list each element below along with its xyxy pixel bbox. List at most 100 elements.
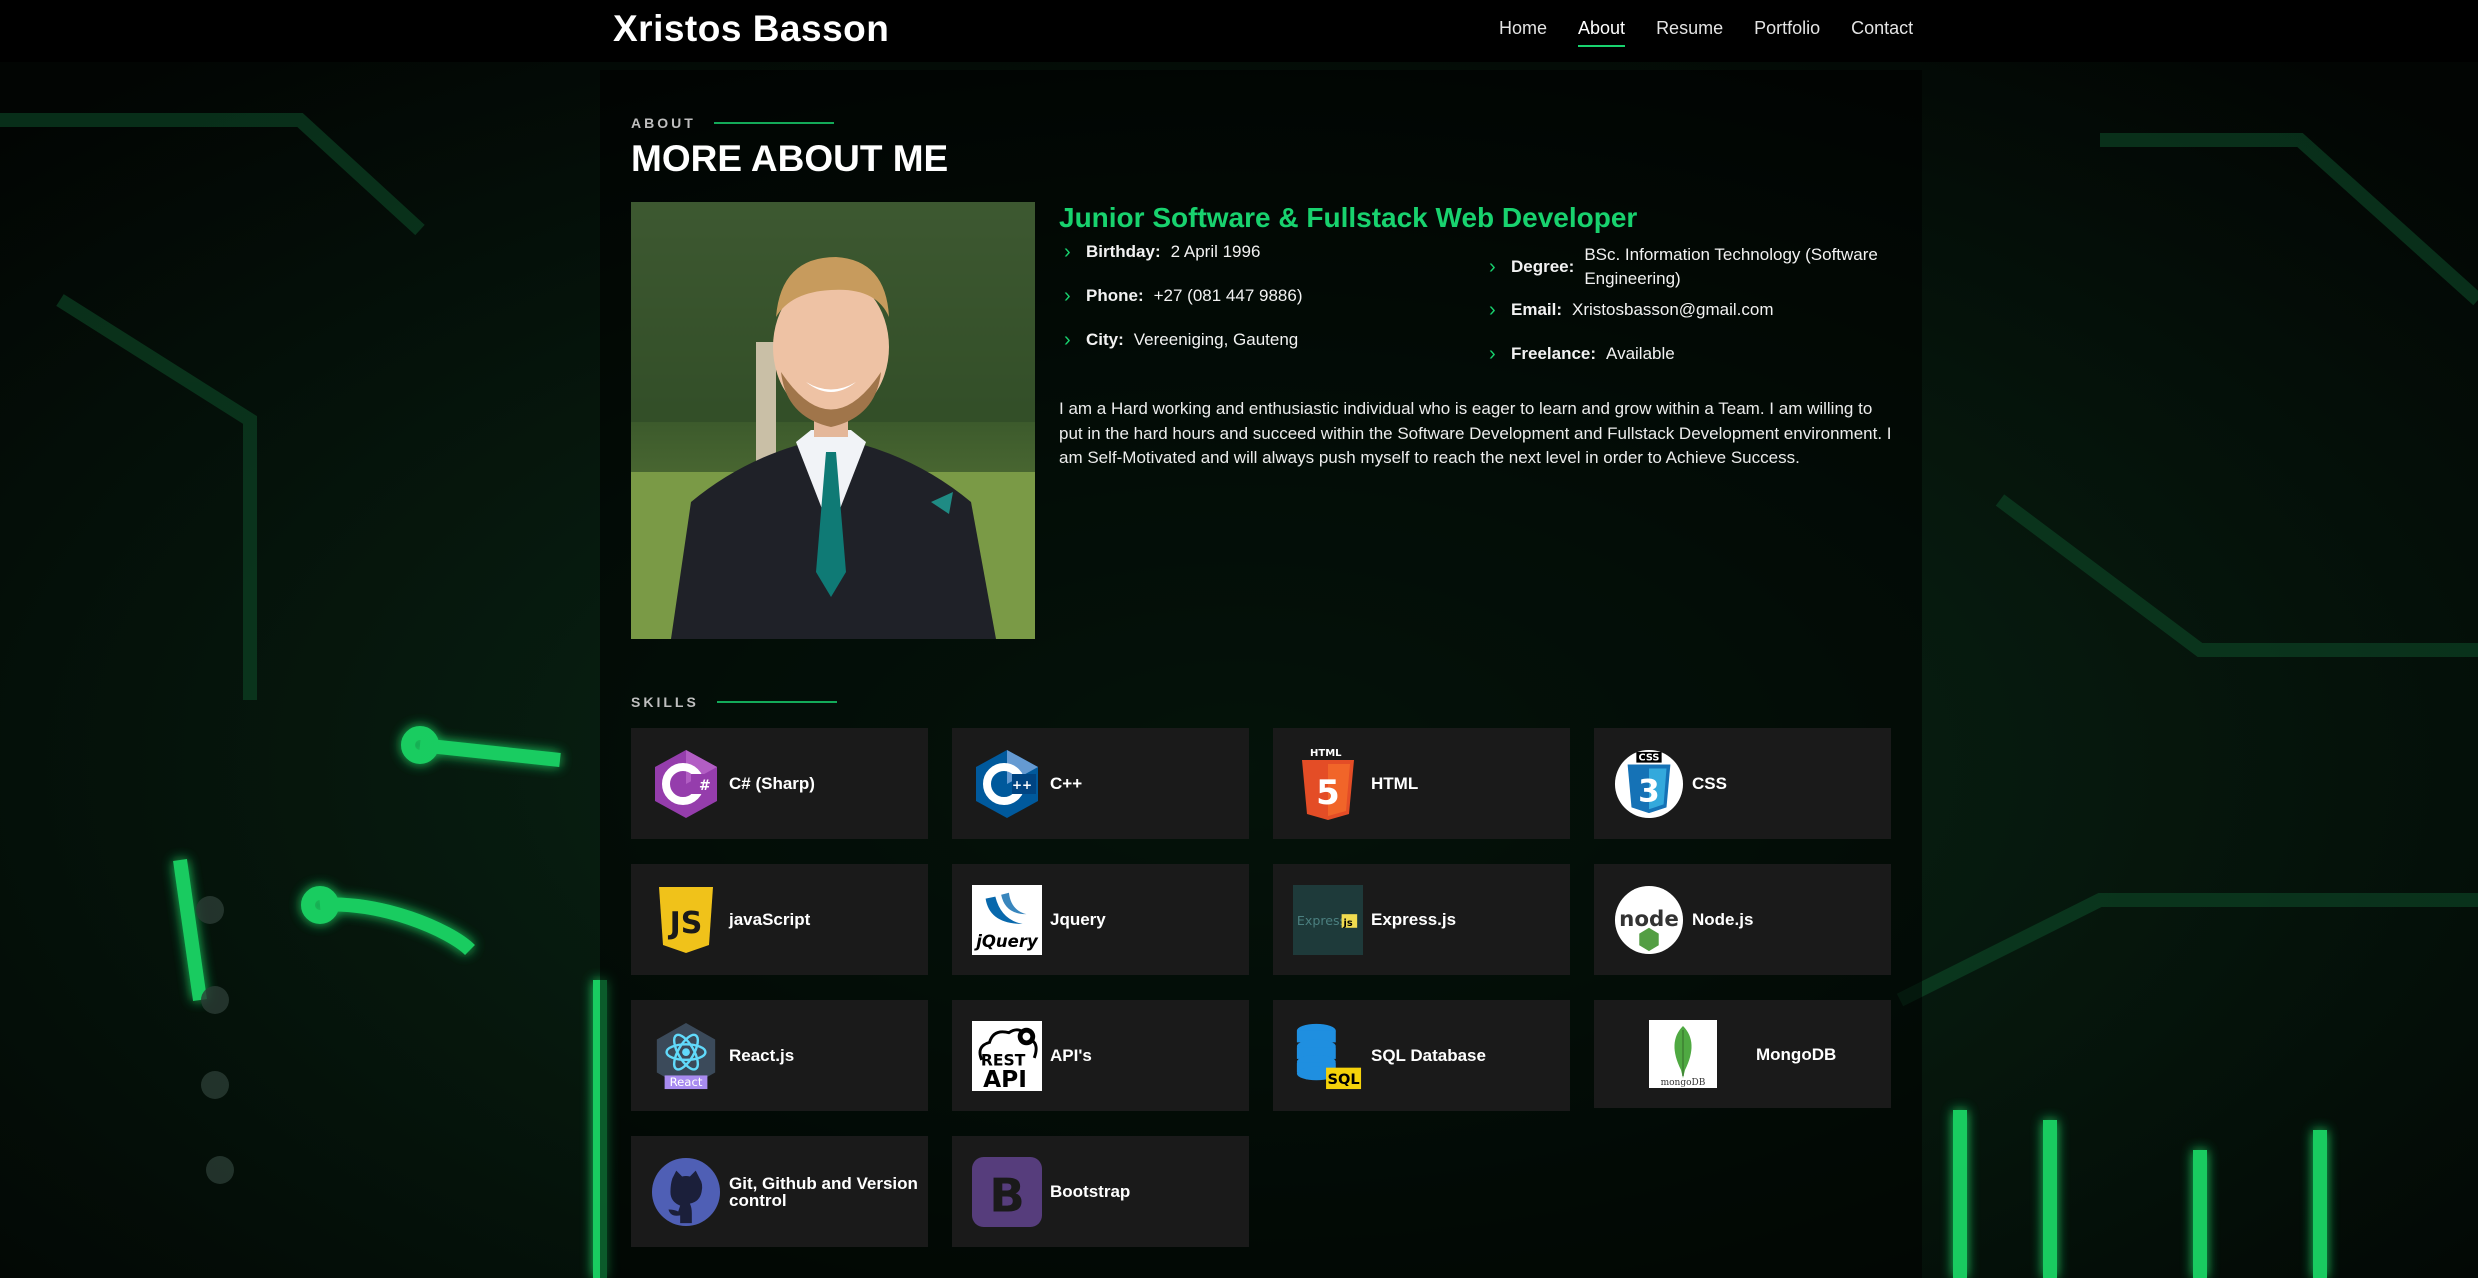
role-title: Junior Software & Fullstack Web Develope… (1059, 202, 1638, 233)
skill-card-sql: SQL SQL Database (1273, 1000, 1570, 1111)
skill-card-nodejs: node Node.js (1594, 864, 1891, 975)
skill-card-bootstrap: B Bootstrap (952, 1136, 1249, 1247)
bio-paragraph: I am a Hard working and enthusiastic ind… (1059, 399, 1892, 467)
jquery-text: jQuery (973, 932, 1039, 951)
skill-name: javaScript (729, 910, 811, 929)
github-icon (651, 1157, 721, 1227)
info-phone: › Phone: +27 (081 447 9886) (1064, 286, 1464, 330)
svg-text:++: ++ (1012, 778, 1032, 792)
nav-about[interactable]: About (1578, 18, 1626, 47)
skill-name: Git, Github and Version control (729, 1173, 918, 1210)
info-value: BSc. Information Technology (Software En… (1584, 245, 1878, 288)
skill-name: Jquery (1050, 910, 1106, 929)
api-text: API (983, 1065, 1027, 1092)
nav-resume[interactable]: Resume (1656, 18, 1723, 45)
about-section-label: ABOUT (631, 115, 834, 131)
info-list-left: › Birthday: 2 April 1996 › Phone: +27 (0… (1064, 242, 1464, 374)
cpp-icon: ++ (972, 749, 1042, 819)
skill-card-jquery: jQuery Jquery (952, 864, 1249, 975)
mongo-text: mongoDB (1661, 1078, 1706, 1088)
css3-icon: CSS 3 (1614, 749, 1684, 819)
svg-text:js: js (1343, 917, 1353, 928)
info-key: Degree: (1511, 257, 1575, 276)
site-header: Xristos Basson Home About Resume Portfol… (0, 0, 2478, 62)
bootstrap-text: B (989, 1169, 1025, 1223)
skill-name: C# (Sharp) (729, 774, 815, 793)
info-city: › City: Vereeniging, Gauteng (1064, 330, 1464, 374)
skill-card-api: REST API API's (952, 1000, 1249, 1111)
info-value: +27 (081 447 9886) (1153, 286, 1303, 305)
skill-card-javascript: JS javaScript (631, 864, 928, 975)
mongodb-icon: mongoDB (1648, 1019, 1718, 1089)
react-text: React (670, 1075, 703, 1089)
skill-name: SQL Database (1371, 1046, 1486, 1065)
info-value: Vereeniging, Gauteng (1133, 330, 1299, 349)
label-divider (713, 122, 834, 124)
chevron-right-icon: › (1489, 343, 1496, 365)
info-value: 2 April 1996 (1170, 242, 1261, 261)
nodejs-icon: node (1614, 885, 1684, 955)
info-key: Email: (1511, 300, 1563, 319)
chevron-right-icon: › (1489, 299, 1496, 321)
chevron-right-icon: › (1064, 241, 1071, 263)
skill-name: Bootstrap (1050, 1182, 1131, 1201)
skill-name: React.js (729, 1046, 795, 1065)
nav-home[interactable]: Home (1499, 18, 1547, 45)
skill-name: API's (1050, 1046, 1092, 1065)
skill-name: C++ (1050, 774, 1083, 793)
skill-card-react: React React.js (631, 1000, 928, 1111)
express-text: Express (1297, 912, 1346, 927)
info-value: Available (1606, 344, 1675, 363)
sql-text: SQL (1327, 1071, 1359, 1088)
skill-card-cpp: ++ C++ (952, 728, 1249, 839)
info-email: › Email: Xristosbasson@gmail.com (1489, 300, 1909, 344)
rest-api-icon: REST API (972, 1020, 1042, 1092)
info-list-right: › Degree: BSc. Information Technology (S… (1489, 242, 1909, 388)
html5-icon: HTML 5 (1293, 748, 1363, 820)
skill-card-express: Express js Express.js (1273, 864, 1570, 975)
express-icon: Express js (1293, 884, 1363, 955)
info-degree: › Degree: BSc. Information Technology (S… (1489, 234, 1909, 300)
info-birthday: › Birthday: 2 April 1996 (1064, 242, 1464, 286)
skill-name: Node.js (1692, 910, 1754, 929)
nav-contact[interactable]: Contact (1851, 18, 1913, 45)
skill-name: Express.js (1371, 910, 1457, 929)
chevron-right-icon: › (1489, 256, 1496, 278)
sql-database-icon: SQL (1293, 1021, 1363, 1091)
chevron-right-icon: › (1064, 329, 1071, 351)
csharp-icon: # (651, 749, 721, 819)
about-label-text: ABOUT (631, 115, 696, 131)
skills-label-text: SKILLS (631, 694, 699, 710)
skill-name: MongoDB (1756, 1044, 1837, 1064)
jquery-icon: jQuery (972, 884, 1042, 955)
info-freelance: › Freelance: Available (1489, 344, 1909, 388)
skill-name: HTML (1371, 774, 1419, 793)
profile-photo (631, 202, 1035, 639)
skill-card-mongodb: mongoDB MongoDB (1594, 1000, 1891, 1108)
site-logo[interactable]: Xristos Basson (613, 8, 889, 50)
bootstrap-icon: B (972, 1156, 1042, 1227)
label-divider (716, 701, 837, 703)
skill-card-git: Git, Github and Version control (631, 1136, 928, 1247)
js-text: JS (668, 906, 703, 941)
svg-text:3: 3 (1638, 773, 1660, 809)
react-icon: React (651, 1021, 721, 1091)
svg-text:#: # (699, 778, 711, 794)
javascript-icon: JS (651, 885, 721, 955)
nav-portfolio[interactable]: Portfolio (1754, 18, 1820, 45)
html-badge-text: HTML (1310, 748, 1342, 759)
about-title: MORE ABOUT ME (631, 138, 949, 179)
skills-section-label: SKILLS (631, 694, 837, 710)
skill-name: CSS (1692, 774, 1727, 793)
info-key: Freelance: (1511, 344, 1597, 363)
skill-card-html: HTML 5 HTML (1273, 728, 1570, 839)
svg-text:5: 5 (1316, 773, 1340, 813)
main-nav: Home About Resume Portfolio Contact (1499, 18, 1944, 47)
skill-card-csharp: # C# (Sharp) (631, 728, 928, 839)
css-badge-text: CSS (1639, 752, 1660, 763)
info-key: City: (1086, 330, 1124, 349)
info-value[interactable]: Xristosbasson@gmail.com (1572, 300, 1774, 320)
chevron-right-icon: › (1064, 285, 1071, 307)
skill-card-css: CSS 3 CSS (1594, 728, 1891, 839)
info-key: Birthday: (1086, 242, 1161, 261)
